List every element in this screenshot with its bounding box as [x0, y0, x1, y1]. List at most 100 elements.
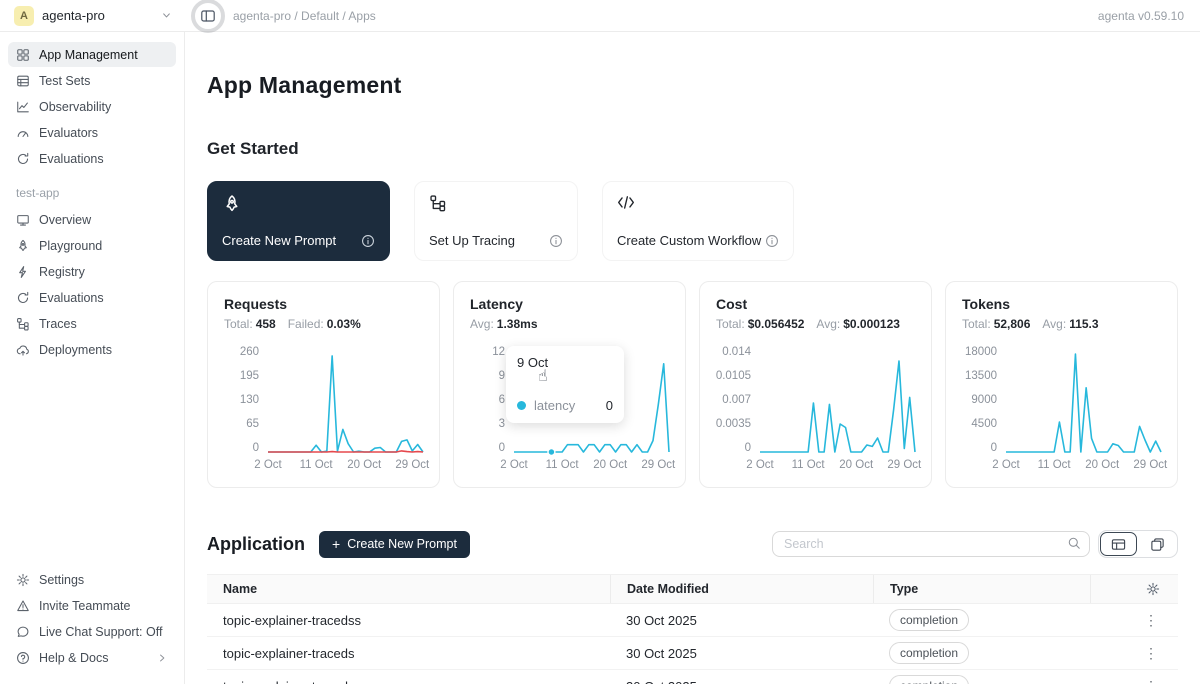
rocket-icon — [222, 194, 375, 214]
set-up-tracing-card[interactable]: Set Up Tracing — [414, 181, 578, 261]
sidebar-item-registry[interactable]: Registry — [8, 259, 176, 284]
tooltip-series-dot — [517, 401, 526, 410]
stat: Avg:115.3 — [1042, 317, 1098, 331]
stat: Avg:1.38ms — [470, 317, 538, 331]
sidebar-item-overview[interactable]: Overview — [8, 207, 176, 232]
search-input[interactable] — [772, 531, 1090, 557]
tooltip-value: 0 — [606, 398, 613, 413]
row-kebab-menu[interactable]: ⋮ — [1140, 612, 1162, 629]
sidebar-item-label: Help & Docs — [39, 651, 108, 665]
row-kebab-menu[interactable]: ⋮ — [1140, 678, 1162, 684]
help-icon — [16, 651, 30, 665]
card-view-icon — [1150, 537, 1165, 552]
table-row[interactable]: topic-explainer-traced30 Oct 2025complet… — [207, 670, 1178, 684]
chart-stats: Total:458 Failed:0.03% — [224, 317, 423, 331]
sidebar-item-label: Test Sets — [39, 74, 90, 88]
info-icon[interactable] — [765, 234, 779, 248]
search-icon — [1067, 536, 1081, 550]
sidebar-collapse-icon — [200, 8, 216, 24]
tree-icon — [16, 317, 30, 331]
table-view-button[interactable] — [1099, 531, 1138, 557]
table-icon — [16, 74, 30, 88]
code-icon — [617, 194, 779, 212]
date-modified-cell: 30 Oct 2025 — [610, 613, 873, 628]
chart-icon — [16, 100, 30, 114]
rocket-icon — [16, 239, 30, 253]
cloud-icon — [16, 343, 30, 357]
chevron-right-icon — [156, 652, 168, 664]
app-name-cell: topic-explainer-traceds — [207, 646, 610, 661]
card-view-button[interactable] — [1138, 531, 1177, 557]
chart-title: Cost — [716, 296, 915, 312]
create-custom-workflow-card[interactable]: Create Custom Workflow — [602, 181, 794, 261]
sidebar-item-label: Invite Teammate — [39, 599, 130, 613]
sidebar-item-live-chat-support-off[interactable]: Live Chat Support: Off — [8, 619, 176, 644]
row-kebab-menu[interactable]: ⋮ — [1140, 645, 1162, 662]
type-badge: completion — [889, 675, 969, 684]
workspace-avatar: A — [14, 6, 34, 26]
applications-table: Name Date Modified Type topic-explainer-… — [207, 574, 1178, 684]
table-view-icon — [1111, 537, 1126, 552]
grid-icon — [16, 48, 30, 62]
sidebar-item-label: Overview — [39, 213, 91, 227]
stat: Total:458 — [224, 317, 276, 331]
sidebar-item-label: Observability — [39, 100, 111, 114]
sidebar-bottom-nav: Settings Invite Teammate Live Chat Support… — [8, 567, 176, 670]
sidebar-item-traces[interactable]: Traces — [8, 311, 176, 336]
sidebar-main-nav: App Management Test Sets Observability Eval… — [8, 42, 176, 171]
cost-chart-card: CostTotal:$0.056452Avg:$0.0001230.0140.0… — [699, 281, 932, 488]
column-header-date-modified[interactable]: Date Modified — [610, 575, 873, 603]
sidebar-item-label: Settings — [39, 573, 84, 587]
stat: Total:52,806 — [962, 317, 1030, 331]
column-header-name[interactable]: Name — [207, 575, 610, 603]
sidebar-item-label: Registry — [39, 265, 85, 279]
chart-tooltip: 9 Oct☝latency0 — [506, 346, 624, 423]
cycle-icon — [16, 152, 30, 166]
sidebar-item-evaluations[interactable]: Evaluations — [8, 285, 176, 310]
sidebar-item-deployments[interactable]: Deployments — [8, 337, 176, 362]
plus-icon: + — [332, 537, 340, 551]
sidebar-item-app-management[interactable]: App Management — [8, 42, 176, 67]
tooltip-date: 9 Oct — [517, 355, 613, 370]
create-button-label: Create New Prompt — [347, 537, 457, 551]
type-cell: completion — [873, 675, 1090, 684]
chat-icon — [16, 625, 30, 639]
x-axis-labels: 2 Oct11 Oct20 Oct29 Oct — [760, 459, 915, 474]
type-badge: completion — [889, 642, 969, 663]
create-new-prompt-card[interactable]: Create New Prompt — [207, 181, 390, 261]
main-content: App Management Get Started Create New Pr… — [185, 32, 1200, 684]
requests-chart-card: RequestsTotal:458Failed:0.03%26019513065… — [207, 281, 440, 488]
table-row[interactable]: topic-explainer-traceds30 Oct 2025 comple… — [207, 637, 1178, 670]
sidebar-item-label: Deployments — [39, 343, 112, 357]
stat: Failed:0.03% — [288, 317, 361, 331]
chevron-down-icon — [160, 9, 173, 22]
column-header-type[interactable]: Type — [873, 575, 1090, 603]
sidebar-item-evaluators[interactable]: Evaluators — [8, 120, 176, 145]
chart-stats: Avg:1.38ms — [470, 317, 669, 331]
sidebar-item-playground[interactable]: Playground — [8, 233, 176, 258]
table-row[interactable]: topic-explainer-tracedss30 Oct 2025compl… — [207, 604, 1178, 637]
info-icon[interactable] — [549, 234, 563, 248]
table-settings-button[interactable] — [1146, 582, 1160, 596]
sidebar-item-observability[interactable]: Observability — [8, 94, 176, 119]
sidebar-item-evaluations[interactable]: Evaluations — [8, 146, 176, 171]
sidebar-item-test-sets[interactable]: Test Sets — [8, 68, 176, 93]
sidebar-app-nav: Overview Playground Registry EvaluationsTra… — [8, 207, 176, 362]
latency-chart-card: LatencyAvg:1.38ms1296302 Oct11 Oct20 Oct… — [453, 281, 686, 488]
cycle-icon — [16, 291, 30, 305]
date-modified-cell: 30 Oct 2025 — [610, 646, 873, 661]
workspace-selector[interactable]: A agenta-pro — [0, 0, 185, 31]
sidebar-item-settings[interactable]: Settings — [8, 567, 176, 592]
sidebar-item-invite-teammate[interactable]: Invite Teammate — [8, 593, 176, 618]
type-cell: completion — [873, 609, 1090, 630]
metric-cards: RequestsTotal:458Failed:0.03%26019513065… — [207, 281, 1178, 488]
gauge-icon — [16, 126, 30, 140]
stat: Avg:$0.000123 — [816, 317, 900, 331]
info-icon[interactable] — [361, 234, 375, 248]
stat: Total:$0.056452 — [716, 317, 804, 331]
workspace-name: agenta-pro — [42, 8, 105, 23]
sidebar-collapse-button[interactable] — [197, 5, 219, 27]
y-axis-labels: 260195130650 — [224, 346, 268, 454]
sidebar-item-help-docs[interactable]: Help & Docs — [8, 645, 176, 670]
create-new-prompt-button[interactable]: + Create New Prompt — [319, 531, 470, 558]
